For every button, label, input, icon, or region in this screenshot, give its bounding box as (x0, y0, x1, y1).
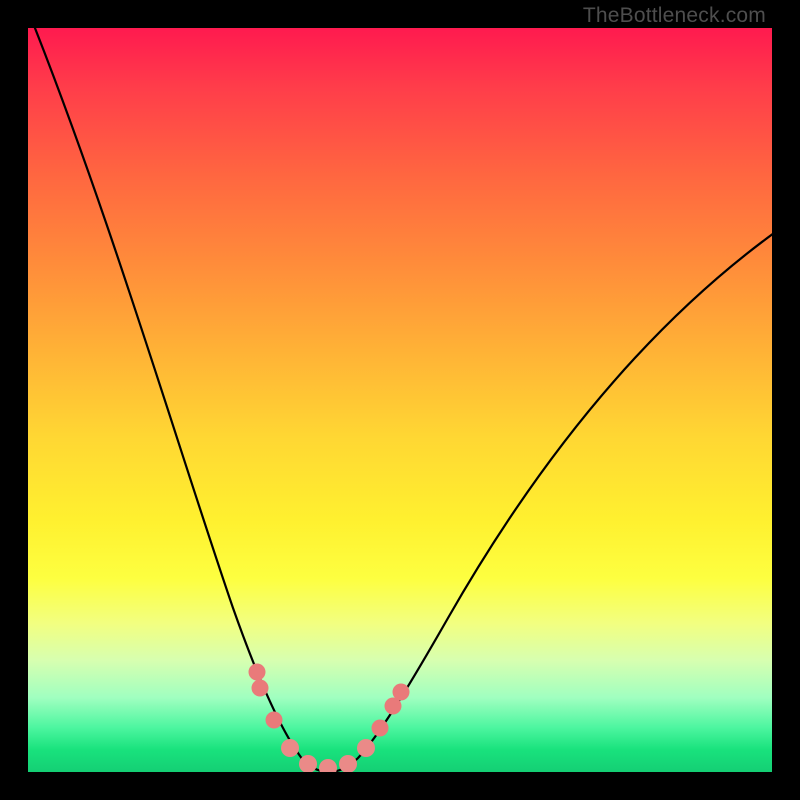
curve-marker (249, 664, 266, 681)
chart-svg (28, 28, 772, 772)
bottleneck-curve (28, 28, 772, 772)
curve-marker (281, 739, 299, 757)
marker-group (249, 664, 410, 773)
curve-marker (372, 720, 389, 737)
plot-area (28, 28, 772, 772)
chart-frame: TheBottleneck.com (0, 0, 800, 800)
watermark-text: TheBottleneck.com (583, 4, 766, 28)
curve-marker (319, 759, 337, 772)
curve-marker (357, 739, 375, 757)
curve-marker (252, 680, 269, 697)
curve-marker (266, 712, 283, 729)
curve-marker (393, 684, 410, 701)
curve-marker (339, 755, 357, 772)
